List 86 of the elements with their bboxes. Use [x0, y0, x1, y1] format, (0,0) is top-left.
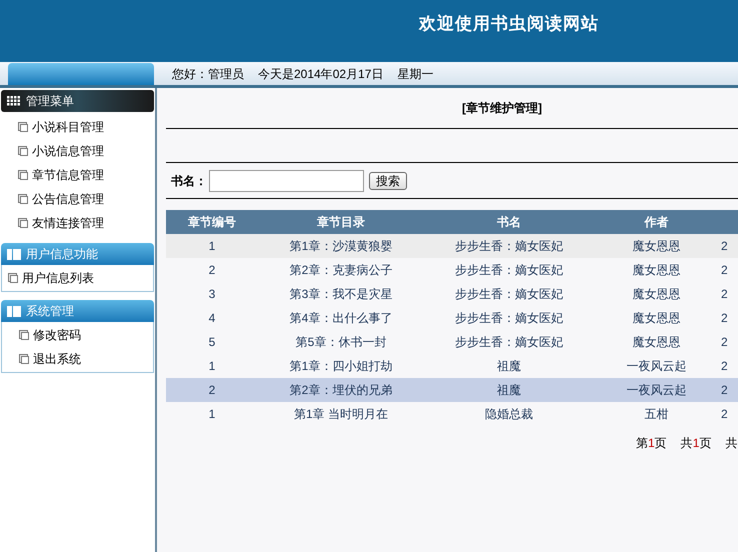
- column-header: 书名: [497, 214, 521, 231]
- table-cell-text: 第2章：克妻病公子: [290, 262, 392, 279]
- page-icon: [18, 194, 28, 204]
- panel-icon: [7, 248, 21, 260]
- pagination-text: 共1页: [680, 435, 712, 452]
- greeting-text: 您好：管理员: [172, 66, 244, 82]
- table-cell-text: 2: [721, 238, 728, 255]
- table-cell-text: 第2章：埋伏的兄弟: [290, 382, 392, 399]
- column-header: 章节编号: [188, 214, 236, 231]
- table-cell-text: 魔女恩恩: [632, 286, 680, 303]
- table-cell-text: 隐婚总裁: [485, 406, 533, 423]
- table-cell-text: 第1章：沙漠黄狼婴: [290, 238, 392, 255]
- table-cell-text: 祖魔: [497, 382, 521, 399]
- page-icon: [8, 273, 18, 283]
- column-header: 章节目录: [317, 214, 365, 231]
- table-cell-text: 第5章：休书一封: [296, 334, 386, 351]
- menu-item[interactable]: 公告信息管理: [1, 187, 154, 211]
- table-cell-text: 1: [208, 238, 216, 255]
- table-row[interactable]: 3 第3章：我不是灾星 步步生香：嫡女医妃 魔女恩恩 2: [166, 282, 738, 306]
- grid-icon: [7, 96, 21, 106]
- menu-item[interactable]: 用户信息列表: [2, 266, 153, 290]
- page-icon: [19, 354, 29, 364]
- page-title: [章节维护管理]: [462, 100, 542, 117]
- table-row[interactable]: 2 第2章：克妻病公子 步步生香：嫡女医妃 魔女恩恩 2: [166, 258, 738, 282]
- menu-item[interactable]: 修改密码: [2, 323, 153, 347]
- weekday-text: 星期一: [397, 66, 434, 82]
- menu-item[interactable]: 退出系统: [2, 347, 153, 371]
- pagination-text: 第1页: [636, 435, 667, 452]
- table-cell-text: 魔女恩恩: [632, 334, 680, 351]
- table-cell-text: 五柑: [644, 406, 668, 423]
- table-row[interactable]: 4 第4章：出什么事了 步步生香：嫡女医妃 魔女恩恩 2: [166, 306, 738, 330]
- table-row[interactable]: 2 第2章：埋伏的兄弟 祖魔 一夜风云起 2: [166, 378, 738, 402]
- section-title: 用户信息功能: [26, 246, 98, 263]
- table-cell-text: 步步生香：嫡女医妃: [455, 262, 563, 279]
- table-cell-text: 步步生香：嫡女医妃: [455, 238, 563, 255]
- page-icon: [18, 218, 28, 228]
- table-cell-text: 2: [721, 382, 728, 399]
- page-icon: [18, 170, 28, 180]
- menu-item[interactable]: 小说信息管理: [1, 139, 154, 163]
- date-text: 今天是2014年02月17日: [258, 66, 384, 82]
- pagination-text: 共: [725, 435, 738, 452]
- table-cell-text: 2: [721, 406, 728, 423]
- table-cell-text: 2: [721, 334, 728, 351]
- menu-item[interactable]: 友情连接管理: [1, 211, 154, 235]
- search-button[interactable]: 搜索: [369, 172, 407, 190]
- menu-item[interactable]: 章节信息管理: [1, 163, 154, 187]
- page-icon: [19, 330, 29, 340]
- column-header: 作者: [644, 214, 668, 231]
- table-cell-text: 步步生香：嫡女医妃: [455, 286, 563, 303]
- table-cell-text: 2: [721, 358, 728, 375]
- table-cell-text: 祖魔: [497, 358, 521, 375]
- table-cell-text: 1: [208, 358, 216, 375]
- table-cell-text: 3: [208, 286, 216, 303]
- page-icon: [18, 146, 28, 156]
- menu-item[interactable]: 小说科目管理: [1, 115, 154, 139]
- section-title: 管理菜单: [26, 93, 74, 110]
- table-cell-text: 第4章：出什么事了: [290, 310, 392, 327]
- table-cell-text: 4: [208, 310, 216, 327]
- table-row[interactable]: 1 第1章：四小姐打劫 祖魔 一夜风云起 2: [166, 354, 738, 378]
- table-cell-text: 2: [721, 286, 728, 303]
- table-cell-text: 5: [208, 334, 216, 351]
- search-field[interactable]: [209, 170, 364, 192]
- table-cell-text: 第3章：我不是灾星: [290, 286, 392, 303]
- table-cell-text: 1: [208, 406, 216, 423]
- table-cell-text: 2: [721, 262, 728, 279]
- table-cell-text: 一夜风云起: [626, 382, 686, 399]
- section-title: 系统管理: [26, 303, 74, 320]
- table-cell-text: 魔女恩恩: [632, 310, 680, 327]
- site-title: 欢迎使用书虫阅读网站: [419, 13, 599, 36]
- section-header[interactable]: 管理菜单: [1, 90, 154, 112]
- table-cell-text: 魔女恩恩: [632, 238, 680, 255]
- table-cell-text: 一夜风云起: [626, 358, 686, 375]
- table-cell-text: 步步生香：嫡女医妃: [455, 310, 563, 327]
- table-cell-text: 第1章：四小姐打劫: [290, 358, 392, 375]
- search-label: 书名：: [171, 172, 207, 190]
- table-cell-text: 2: [208, 262, 216, 279]
- table-row[interactable]: 1 第1章：沙漠黄狼婴 步步生香：嫡女医妃 魔女恩恩 2: [166, 234, 738, 258]
- table-cell-text: 2: [208, 382, 216, 399]
- table-cell-text: 步步生香：嫡女医妃: [455, 334, 563, 351]
- table-row[interactable]: 5 第5章：休书一封 步步生香：嫡女医妃 魔女恩恩 2: [166, 330, 738, 354]
- page-icon: [18, 122, 28, 132]
- panel-icon: [7, 306, 21, 316]
- table-row[interactable]: 1 第1章 当时明月在 隐婚总裁 五柑 2: [166, 402, 738, 426]
- table-cell-text: 魔女恩恩: [632, 262, 680, 279]
- table-cell-text: 第1章 当时明月在: [294, 406, 388, 423]
- table-cell-text: 2: [721, 310, 728, 327]
